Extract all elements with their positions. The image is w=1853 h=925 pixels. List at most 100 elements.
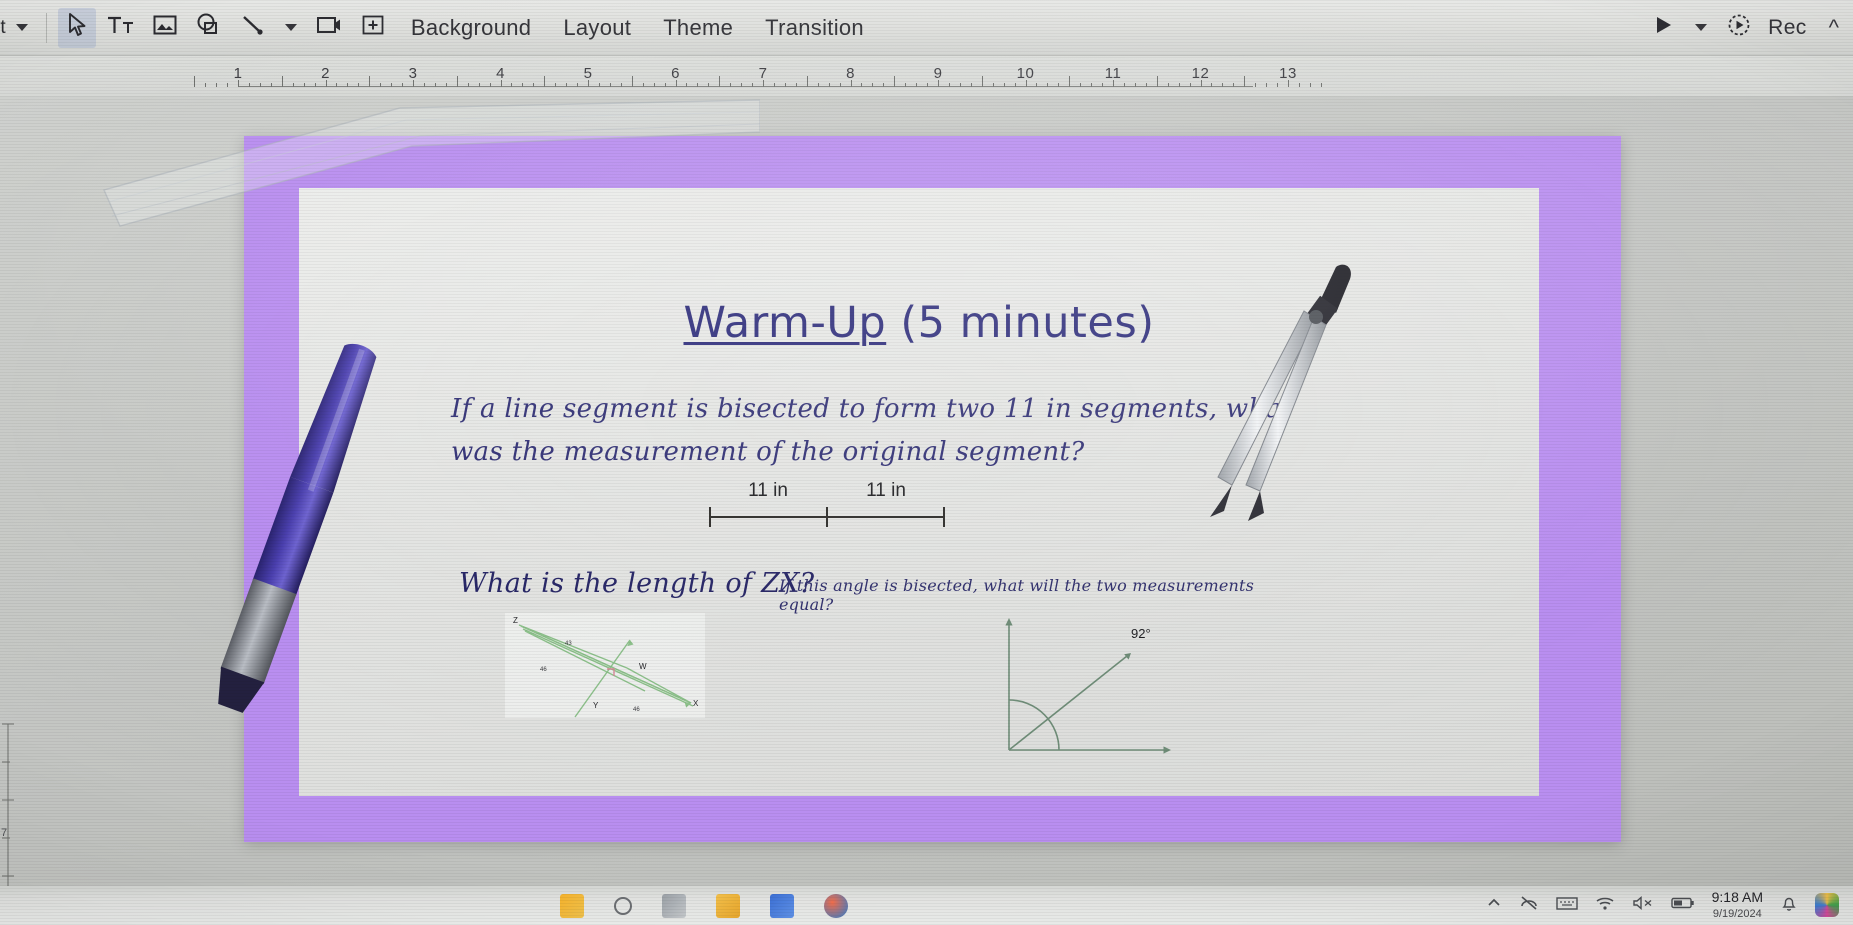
ruler-tick <box>1047 83 1049 87</box>
slide-canvas-area[interactable]: Warm-Up (5 minutes) If a line segment is… <box>0 96 1853 915</box>
ruler-number: 11 <box>1104 65 1122 82</box>
speaker-mute-icon[interactable] <box>1632 895 1654 916</box>
horizontal-ruler[interactable]: 1 2 3 4 5 6 7 8 9 10 11 12 13 <box>0 56 1853 96</box>
line-tool-caret-icon[interactable] <box>284 24 297 31</box>
ruler-tick <box>861 83 863 87</box>
ruler-tick <box>391 83 393 87</box>
add-comment-tool-button[interactable] <box>354 8 392 48</box>
file-explorer-icon[interactable] <box>716 893 740 918</box>
ruler-tick <box>773 83 775 87</box>
insert-line-tool-button[interactable] <box>234 8 272 48</box>
menu-layout[interactable]: Layout <box>547 7 647 49</box>
ruler-tick <box>1320 83 1322 87</box>
ruler-tick <box>434 83 436 87</box>
ruler-tick <box>522 83 524 87</box>
menu-transition[interactable]: Transition <box>749 7 880 49</box>
ruler-tick <box>686 83 688 87</box>
segment-tick-mid <box>826 507 828 527</box>
ruler-tick <box>927 83 929 87</box>
wifi-icon[interactable] <box>1595 895 1615 916</box>
ruler-tick <box>423 83 425 87</box>
figure-intersecting-lines: Z W Y X 43 46 46 <box>505 613 705 718</box>
slide-title-rest: (5 minutes) <box>886 298 1155 348</box>
ruler-tick <box>872 83 874 87</box>
ruler-tick <box>631 76 633 87</box>
ruler-tick <box>1036 83 1038 87</box>
ruler-tick <box>1080 83 1082 87</box>
ruler-number: 8 <box>846 65 855 82</box>
taskbar-app-buttons[interactable] <box>560 893 848 918</box>
ruler-tick <box>478 83 480 87</box>
windows-taskbar[interactable]: 9:18 AM 9/19/2024 <box>0 886 1853 925</box>
ruler-tick <box>1167 83 1169 87</box>
ruler-tick <box>653 83 655 87</box>
taskbar-clock[interactable]: 9:18 AM 9/19/2024 <box>1712 890 1763 920</box>
ruler-number: 3 <box>408 65 418 82</box>
truncated-menu-label[interactable]: it <box>0 17 6 39</box>
ruler-tick <box>1244 76 1246 87</box>
menu-theme[interactable]: Theme <box>647 7 749 49</box>
present-options-caret-icon[interactable] <box>1695 24 1708 31</box>
ruler-tick <box>795 83 797 87</box>
start-icon[interactable] <box>560 893 584 918</box>
menu-dropdown-caret-icon[interactable] <box>15 24 28 31</box>
ruler-tick <box>697 83 699 87</box>
question-length-zx[interactable]: What is the length of ZX? <box>459 568 814 599</box>
ruler-tick <box>1134 83 1136 87</box>
image-icon <box>152 13 178 42</box>
ruler-tick <box>1266 83 1268 87</box>
chevron-up-icon[interactable]: ^ <box>1829 15 1839 41</box>
segment-tick-start <box>709 507 711 527</box>
keyboard-icon[interactable] <box>1555 895 1578 916</box>
select-tool-button[interactable] <box>57 7 96 48</box>
photos-app-icon[interactable] <box>1815 893 1839 918</box>
ruler-tick <box>336 83 338 87</box>
search-icon[interactable] <box>614 896 632 915</box>
slide-title-underlined: Warm-Up <box>683 298 887 348</box>
ruler-tick <box>784 83 786 87</box>
insert-video-tool-button[interactable] <box>310 8 348 48</box>
ruler-number: 2 <box>321 65 330 82</box>
ruler-tick <box>905 83 907 87</box>
record-button[interactable] <box>1720 8 1758 48</box>
ruler-tick <box>227 83 229 87</box>
chevron-up-icon[interactable] <box>1486 895 1502 916</box>
ruler-tick <box>489 83 491 87</box>
ruler-tick <box>1233 83 1235 87</box>
ruler-tick <box>194 76 196 87</box>
mail-icon[interactable] <box>770 893 794 918</box>
ruler-tick <box>216 83 218 87</box>
ruler-tick <box>1309 83 1311 87</box>
line-icon <box>240 13 266 42</box>
ruler-tick <box>642 83 644 87</box>
ruler-tick <box>1298 83 1300 87</box>
present-button[interactable] <box>1644 8 1682 48</box>
insert-image-tool-button[interactable] <box>146 8 184 48</box>
system-tray[interactable]: 9:18 AM 9/19/2024 <box>1486 890 1853 920</box>
slide-title[interactable]: Warm-Up (5 minutes) <box>299 298 1539 348</box>
ruler-tick <box>1091 83 1093 87</box>
text-box-tool-button[interactable] <box>102 8 140 48</box>
ruler-number: 4 <box>496 65 505 82</box>
ruler-tick <box>445 83 447 87</box>
plus-box-icon <box>360 13 386 42</box>
ruler-tick <box>719 76 721 87</box>
menu-background[interactable]: Background <box>395 7 547 49</box>
ruler-tick <box>566 83 568 87</box>
taskview-icon[interactable] <box>662 893 686 918</box>
slide-content[interactable]: Warm-Up (5 minutes) If a line segment is… <box>299 188 1539 796</box>
slide-body-text[interactable]: If a line segment is bisected to form tw… <box>451 388 1351 474</box>
battery-icon[interactable] <box>1670 896 1695 915</box>
record-label[interactable]: Rec <box>1768 16 1807 40</box>
ruler-tick <box>259 83 261 87</box>
bell-icon[interactable] <box>1780 894 1798 917</box>
browser-icon[interactable] <box>824 893 848 918</box>
ruler-tick <box>380 83 382 87</box>
no-network-icon[interactable] <box>1519 894 1539 917</box>
play-triangle-icon <box>1651 13 1675 42</box>
insert-shape-tool-button[interactable] <box>190 8 228 48</box>
ruler-tick <box>533 83 535 87</box>
slide-frame[interactable]: Warm-Up (5 minutes) If a line segment is… <box>244 136 1621 842</box>
ruler-tick <box>1102 83 1104 87</box>
figure-bisected-angle: 92° <box>999 608 1179 758</box>
